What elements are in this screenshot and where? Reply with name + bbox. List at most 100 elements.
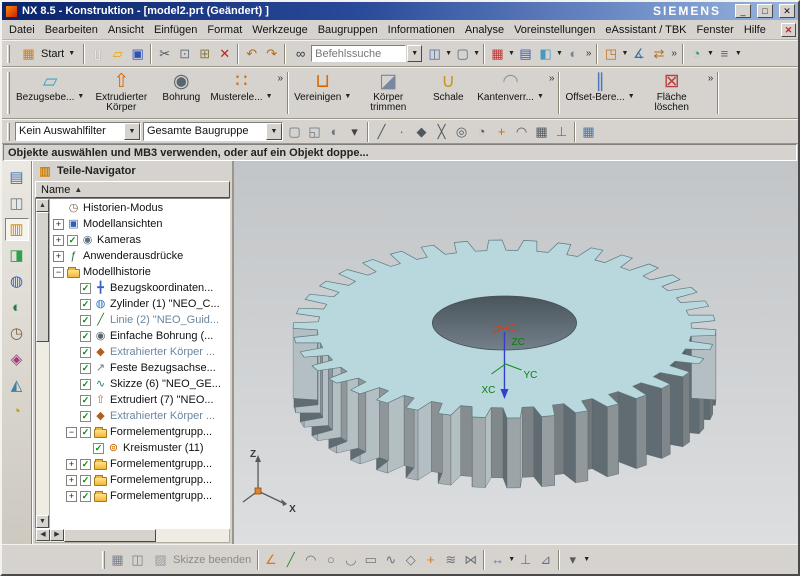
dropdown-arrow-icon[interactable]: ▼ <box>266 93 273 100</box>
paste-button[interactable]: ⊞ <box>195 44 214 63</box>
hd3d-tool-tab[interactable]: ◍ <box>5 270 29 293</box>
toolbar-grip[interactable] <box>102 551 105 569</box>
tree-item[interactable]: +✓Formelementgrupp... <box>50 472 229 488</box>
start-menu-button[interactable]: ▦ Start ▼ <box>14 43 80 64</box>
schale-button[interactable]: ∪Schale <box>422 70 474 114</box>
toolbar-grip[interactable] <box>7 45 10 63</box>
dropdown-arrow-icon[interactable]: ▼ <box>628 93 635 100</box>
bezugsebe-button[interactable]: ▱Bezugsebe...▼ <box>13 70 87 114</box>
circle-button[interactable]: ○ <box>321 550 340 569</box>
körper-trimmen-button[interactable]: ◪Körper trimmen <box>354 70 422 114</box>
dropdown-arrow-icon[interactable]: ▼ <box>445 50 452 57</box>
expand-icon[interactable]: + <box>66 475 77 486</box>
tree-item[interactable]: ✓↗Feste Bezugsachse... <box>50 360 229 376</box>
snap-point-on-face-button[interactable]: ▦ <box>532 122 551 141</box>
overflow-chevron-icon[interactable]: » <box>671 48 677 59</box>
point-button[interactable]: + <box>421 550 440 569</box>
collapse-icon[interactable]: − <box>53 267 64 278</box>
graphics-viewport[interactable]: ZCYCXCZX <box>234 161 798 544</box>
interior-button[interactable]: ◱ <box>305 122 324 141</box>
collapse-icon[interactable]: − <box>66 427 77 438</box>
polygon-tool-button[interactable]: ◇ <box>401 550 420 569</box>
cut-button[interactable]: ✂ <box>155 44 174 63</box>
feature-checkbox[interactable]: ✓ <box>80 475 91 486</box>
vertical-scroll-thumb[interactable] <box>36 212 49 342</box>
tree-item[interactable]: ✓◉Einfache Bohrung (... <box>50 328 229 344</box>
reuse-library-tab[interactable]: ◨ <box>5 244 29 267</box>
menu-fenster[interactable]: Fenster <box>692 22 739 38</box>
tree-item[interactable]: +✓◉Kameras <box>50 232 229 248</box>
feature-checkbox[interactable]: ✓ <box>80 395 91 406</box>
snap-constraint-button[interactable]: ⊥ <box>552 122 571 141</box>
dropdown-arrow-icon[interactable]: ▼ <box>556 50 563 57</box>
undo-button[interactable]: ↶ <box>242 44 261 63</box>
bohrung-button[interactable]: ◉Bohrung <box>155 70 207 114</box>
profile-button[interactable]: ∠ <box>261 550 280 569</box>
tree-item[interactable]: +✓Formelementgrupp... <box>50 488 229 504</box>
selection-filter-dropdown[interactable]: Kein Auswahlfilter ▼ <box>15 122 141 141</box>
feature-checkbox[interactable]: ✓ <box>80 299 91 310</box>
expand-icon[interactable]: + <box>66 459 77 470</box>
feature-checkbox[interactable]: ✓ <box>80 363 91 374</box>
feature-checkbox[interactable]: ✓ <box>93 443 104 454</box>
show-constraints-button[interactable]: ⊿ <box>536 550 555 569</box>
menu-eassistant-tbk[interactable]: eAssistant / TBK <box>600 22 691 38</box>
musterele-button[interactable]: ∷Musterele...▼ <box>207 70 275 114</box>
touch-button[interactable]: ≡▼ <box>715 44 742 63</box>
menu-bearbeiten[interactable]: Bearbeiten <box>40 22 103 38</box>
tree-item[interactable]: ✓╋Bezugskoordinaten... <box>50 280 229 296</box>
view-manager-button[interactable]: ▦▼ <box>488 44 515 63</box>
snap-control-point-button[interactable]: ◆ <box>412 122 431 141</box>
menu-einfügen[interactable]: Einfügen <box>149 22 202 38</box>
part-navigator-tab[interactable]: ▥ <box>5 218 29 241</box>
window-layout-button[interactable]: ◫▼ <box>425 44 452 63</box>
menu-baugruppen[interactable]: Baugruppen <box>313 22 383 38</box>
feature-checkbox[interactable]: ✓ <box>67 235 78 246</box>
full-screen-button[interactable]: ▢▼ <box>453 44 480 63</box>
constraint-navigator-tab[interactable]: ◫ <box>5 192 29 215</box>
scroll-down-icon[interactable]: ▼ <box>36 515 49 528</box>
tree-item[interactable]: ◷Historien-Modus <box>50 200 229 216</box>
reverse-button[interactable]: ◐ <box>325 122 344 141</box>
roles-palette-button[interactable]: ◔▼ <box>687 44 714 63</box>
manufacturing-wizard-tab[interactable]: ◭ <box>5 374 29 397</box>
dimension-button[interactable]: ↔▼ <box>488 550 515 569</box>
display-mode-button[interactable]: ◧▼ <box>536 44 563 63</box>
tree-item[interactable]: +▣Modellansichten <box>50 216 229 232</box>
vereinigen-button[interactable]: ⊔Vereinigen▼ <box>291 70 354 114</box>
scroll-up-icon[interactable]: ▲ <box>36 199 49 212</box>
expand-icon[interactable]: + <box>53 251 64 262</box>
snap-quadrant-button[interactable]: ◔ <box>472 122 491 141</box>
dropdown-arrow-icon[interactable]: ▼ <box>77 93 84 100</box>
title-bar[interactable]: NX 8.5 - Konstruktion - [model2.prt (Geä… <box>2 2 798 20</box>
fläche-löschen-button[interactable]: ⊠Fläche löschen <box>638 70 706 114</box>
dropdown-arrow-icon[interactable]: ▼ <box>508 50 515 57</box>
expand-icon[interactable]: + <box>53 219 64 230</box>
sketch-layer-button[interactable]: ◫ <box>128 550 147 569</box>
feature-checkbox[interactable]: ✓ <box>80 459 91 470</box>
measure-button[interactable]: ∡ <box>629 44 648 63</box>
copy-button[interactable]: ⊡ <box>175 44 194 63</box>
constraints-button[interactable]: ⊥ <box>516 550 535 569</box>
delete-button[interactable]: ✕ <box>215 44 234 63</box>
horizontal-scrollbar[interactable]: ◀ ▶ <box>35 529 230 543</box>
layout-grid-button[interactable]: ▤ <box>516 44 535 63</box>
feature-checkbox[interactable]: ✓ <box>80 411 91 422</box>
arc-button[interactable]: ◠ <box>301 550 320 569</box>
snap-intersection-button[interactable]: ╳ <box>432 122 451 141</box>
snap-arc-center-button[interactable]: ◎ <box>452 122 471 141</box>
search-input[interactable] <box>311 45 406 62</box>
sketch-grid-button[interactable]: ▦ <box>108 550 127 569</box>
dropdown-arrow-icon[interactable]: ▼ <box>344 93 351 100</box>
menu-werkzeuge[interactable]: Werkzeuge <box>247 22 312 38</box>
dropdown-arrow-icon[interactable]: ▼ <box>537 93 544 100</box>
dropdown-arrow-icon[interactable]: ▼ <box>621 50 628 57</box>
close-button[interactable]: ✕ <box>779 4 795 18</box>
document-close-button[interactable]: ✕ <box>781 23 796 37</box>
feature-checkbox[interactable]: ✓ <box>80 491 91 502</box>
new-file-button[interactable]: ▯ <box>88 44 107 63</box>
studio-spline-button[interactable]: ∿ <box>381 550 400 569</box>
orient-cube-button[interactable]: ◳▼ <box>601 44 628 63</box>
line-button[interactable]: ╱ <box>281 550 300 569</box>
search-dropdown-icon[interactable]: ▼ <box>407 45 422 62</box>
